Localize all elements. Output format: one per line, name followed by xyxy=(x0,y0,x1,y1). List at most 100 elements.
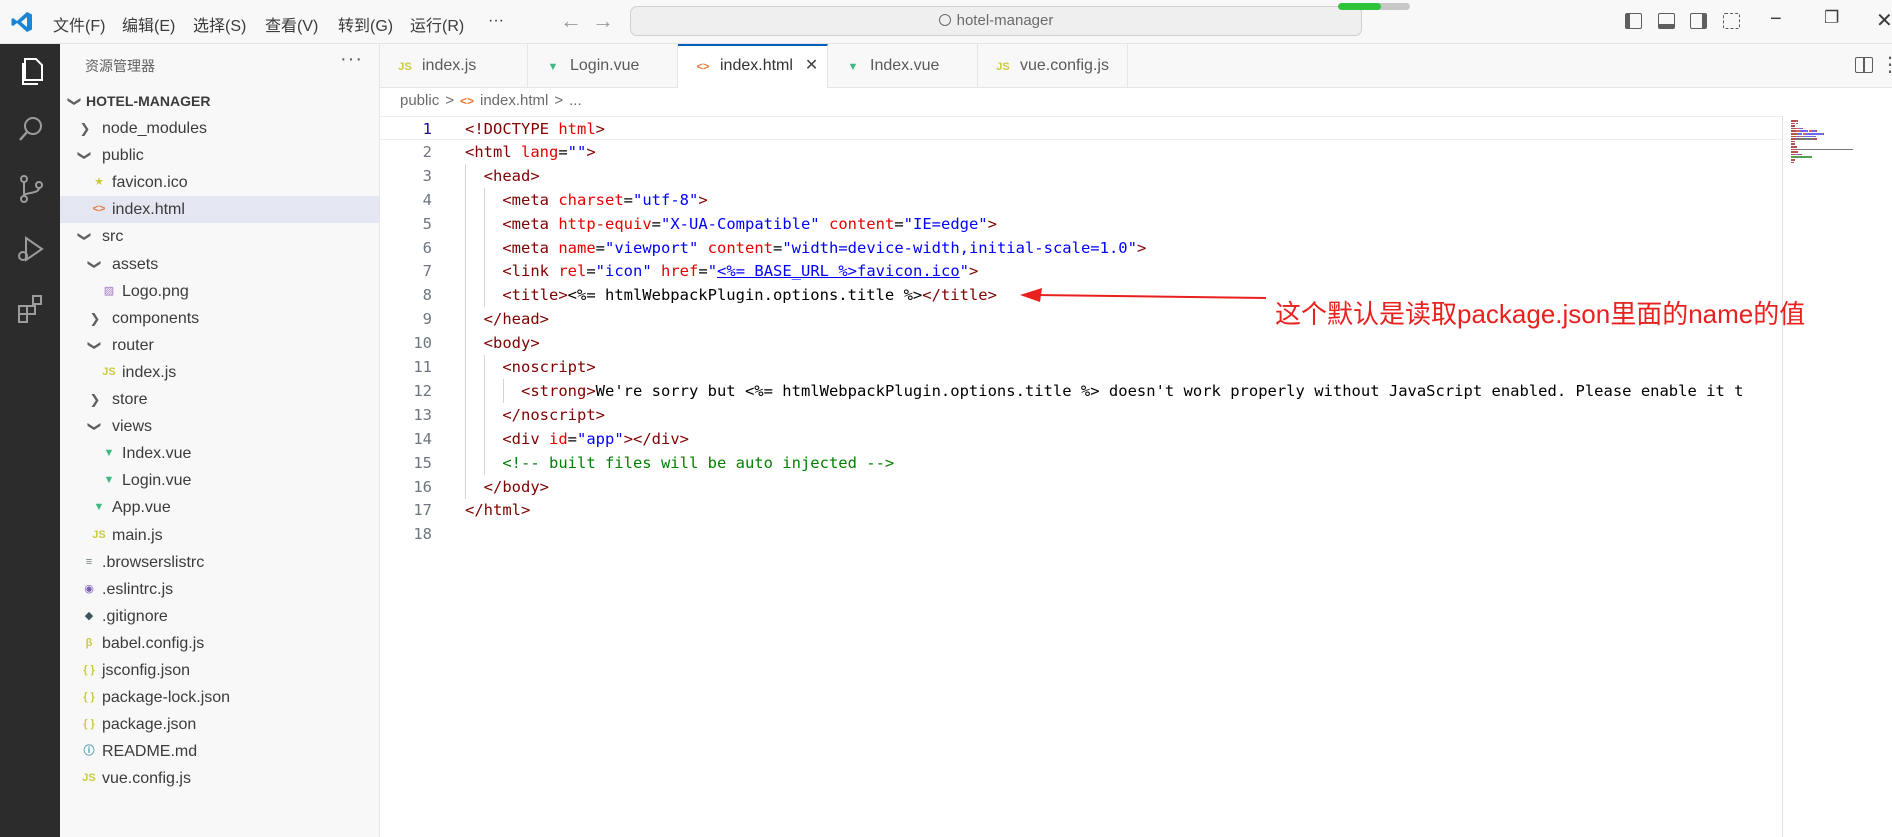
search-icon[interactable] xyxy=(14,112,48,146)
tree-folder[interactable]: ❯ node_modules xyxy=(60,115,379,142)
line-number: 17 xyxy=(413,501,432,520)
code-line[interactable]: 3 <head> xyxy=(380,164,1782,188)
tree-folder[interactable]: ❯ store xyxy=(60,386,379,413)
tree-folder[interactable]: ❯ components xyxy=(60,305,379,332)
tree-file[interactable]: <> index.html xyxy=(60,196,379,224)
code-line[interactable]: 4 <meta charset="utf-8"> xyxy=(380,188,1782,212)
toggle-primary-sidebar-icon[interactable] xyxy=(1625,13,1642,29)
tab-index-js[interactable]: JS index.js xyxy=(380,44,528,88)
minimize-icon[interactable]: − xyxy=(1770,8,1782,31)
line-number: 2 xyxy=(422,142,432,161)
tab-label: index.html xyxy=(720,57,793,74)
code-token: href xyxy=(661,262,699,281)
code-line[interactable]: 7 <link rel="icon" href="<%= BASE_URL %>… xyxy=(380,259,1782,283)
tree-file[interactable]: ▼ Login.vue xyxy=(60,467,379,494)
source-control-icon[interactable] xyxy=(14,172,48,206)
javascript-file-icon: JS xyxy=(82,772,96,785)
tree-folder[interactable]: ❯ router xyxy=(60,332,379,359)
breadcrumb-item[interactable]: index.html xyxy=(480,92,548,109)
code-line[interactable]: 5 <meta http-equiv="X-UA-Compatible" con… xyxy=(380,212,1782,236)
tree-root[interactable]: ❯ HOTEL-MANAGER xyxy=(60,88,379,115)
tree-file[interactable]: ◉ .eslintrc.js xyxy=(60,576,379,603)
line-number: 11 xyxy=(413,358,432,376)
tab-index-vue[interactable]: ▼ Index.vue xyxy=(828,44,978,88)
menu-item[interactable]: 查看(V) xyxy=(265,12,318,36)
tree-file[interactable]: ★ favicon.ico xyxy=(60,169,379,196)
close-window-icon[interactable]: ✕ xyxy=(1876,8,1892,33)
code-line[interactable]: 13 </noscript> xyxy=(380,403,1782,427)
menu-item[interactable]: 转到(G) xyxy=(338,12,393,36)
code-line[interactable]: 2 <html lang=""> xyxy=(380,140,1782,164)
breadcrumb-item[interactable]: public xyxy=(400,92,439,109)
close-tab-icon[interactable]: ✕ xyxy=(805,46,818,86)
tree-file[interactable]: JS vue.config.js xyxy=(60,765,379,792)
tree-file[interactable]: { } package-lock.json xyxy=(60,684,379,711)
tab-bar: JS index.js ▼ Login.vue <> index.html ✕ ▼ Index.… xyxy=(380,44,1892,88)
breadcrumb[interactable]: public > <> index.html >... xyxy=(400,92,588,109)
tree-file[interactable]: β babel.config.js xyxy=(60,630,379,657)
customize-layout-icon[interactable] xyxy=(1723,13,1740,29)
tree-folder[interactable]: ❯ public xyxy=(60,142,379,169)
code-line[interactable]: 10 <body> xyxy=(380,331,1782,355)
tree-folder[interactable]: ❯ views xyxy=(60,413,379,440)
code-text: <meta http-equiv="X-UA-Compatible" conte… xyxy=(465,212,997,236)
line-number: 12 xyxy=(413,381,432,400)
tree-item-label: public xyxy=(102,147,144,165)
line-number: 10 xyxy=(413,334,432,353)
tree-file[interactable]: ≡ .browserslistrc xyxy=(60,549,379,576)
toggle-secondary-sidebar-icon[interactable] xyxy=(1690,13,1707,29)
code-line[interactable]: 12 <strong>We're sorry but <%= htmlWebpa… xyxy=(380,379,1782,403)
menu-item[interactable]: 编辑(E) xyxy=(122,12,175,36)
tab-index-html[interactable]: <> index.html ✕ xyxy=(678,44,828,88)
code-line[interactable]: 17 </html> xyxy=(380,498,1782,522)
tree-item-label: Login.vue xyxy=(122,472,192,490)
breadcrumb-item[interactable]: ... xyxy=(569,92,582,109)
menu-item[interactable]: 选择(S) xyxy=(193,12,246,36)
tree-file[interactable]: ▨ Logo.png xyxy=(60,278,379,305)
code-line[interactable]: 6 <meta name="viewport" content="width=d… xyxy=(380,236,1782,260)
tree-file[interactable]: ▼ Index.vue xyxy=(60,440,379,467)
tab-login-vue[interactable]: ▼ Login.vue xyxy=(528,44,678,88)
tree-file[interactable]: ⓘ README.md xyxy=(60,738,379,765)
tree-item-label: .gitignore xyxy=(102,607,168,625)
more-editor-actions-icon[interactable]: ⋮ xyxy=(1880,52,1892,77)
tree-file[interactable]: ◆ .gitignore xyxy=(60,603,379,630)
code-line[interactable]: 16 </body> xyxy=(380,475,1782,499)
restore-icon[interactable]: ❐ xyxy=(1824,8,1839,28)
menu-item[interactable]: 文件(F) xyxy=(53,12,105,36)
menu-item[interactable]: 运行(R) xyxy=(410,12,464,36)
tree-file[interactable]: { } package.json xyxy=(60,711,379,738)
tab-vue-config-js[interactable]: JS vue.config.js xyxy=(978,44,1128,88)
command-center-search[interactable]: hotel-manager xyxy=(630,6,1362,36)
code-line[interactable]: 11 <noscript> xyxy=(380,355,1782,379)
toggle-panel-icon[interactable] xyxy=(1658,13,1675,29)
code-line[interactable]: 14 <div id="app"></div> xyxy=(380,427,1782,451)
minimap[interactable] xyxy=(1782,116,1892,837)
tree-file[interactable]: JS main.js xyxy=(60,522,379,549)
tree-file[interactable]: ▼ App.vue xyxy=(60,494,379,521)
code-line[interactable]: 18 xyxy=(380,522,1782,546)
indent-guide xyxy=(484,402,485,427)
code-line[interactable]: 1 <!DOCTYPE html> xyxy=(380,116,1782,140)
code-editor[interactable]: 1 <!DOCTYPE html> 2 <html lang=""> 3 <head> 4… xyxy=(380,116,1782,837)
back-arrow-icon[interactable]: ← xyxy=(560,8,582,34)
split-editor-icon[interactable] xyxy=(1855,57,1873,73)
explorer-icon[interactable] xyxy=(14,54,48,88)
extensions-icon[interactable] xyxy=(14,292,48,326)
indent-guide xyxy=(465,474,466,499)
babel-file-icon: β xyxy=(85,636,93,649)
tree-file[interactable]: JS index.js xyxy=(60,359,379,386)
run-debug-icon[interactable] xyxy=(14,232,48,266)
menu-more-button[interactable]: ··· xyxy=(488,12,504,30)
tree-file[interactable]: { } jsconfig.json xyxy=(60,657,379,684)
tree-item-label: package.json xyxy=(102,716,197,734)
code-line[interactable]: 15 <!-- built files will be auto injecte… xyxy=(380,451,1782,475)
line-number: 13 xyxy=(413,405,432,424)
minimap-mark xyxy=(1791,140,1796,143)
html-file-icon[interactable]: <> xyxy=(460,94,474,108)
tree-folder[interactable]: ❯ src xyxy=(60,223,379,250)
tree-folder[interactable]: ❯ assets xyxy=(60,251,379,278)
forward-arrow-icon[interactable]: → xyxy=(592,8,614,34)
code-token: <!DOCTYPE xyxy=(465,120,559,138)
more-actions-icon[interactable]: ··· xyxy=(340,48,363,71)
